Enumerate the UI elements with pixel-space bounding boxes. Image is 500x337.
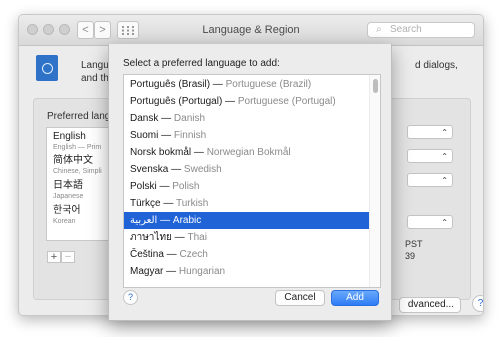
- separator: —: [210, 79, 226, 90]
- native-name: Türkçe: [130, 198, 161, 209]
- help-button[interactable]: ?: [472, 295, 483, 312]
- list-item[interactable]: Dansk — Danish: [124, 110, 370, 127]
- english-name: Hungarian: [178, 266, 226, 277]
- language-name: 简体中文: [53, 155, 93, 166]
- separator: —: [158, 130, 174, 141]
- native-name: ภาษาไทย: [130, 232, 172, 243]
- english-name: Czech: [179, 249, 208, 260]
- native-name: Português (Brasil): [130, 79, 211, 90]
- time-sample-text: PST: [405, 239, 423, 249]
- list-item[interactable]: 日本語 Japanese: [53, 180, 83, 201]
- language-subtitle: English — Prim: [53, 144, 102, 151]
- help-button[interactable]: ?: [123, 290, 138, 305]
- separator: —: [191, 147, 207, 158]
- temperature-popup[interactable]: ⌃: [407, 215, 453, 229]
- number-sample-text: 39: [405, 251, 416, 261]
- english-name: Portuguese (Brazil): [225, 79, 312, 90]
- list-item[interactable]: English English — Prim: [53, 131, 101, 152]
- separator: —: [222, 96, 238, 107]
- sheet-title: Select a preferred language to add:: [123, 58, 280, 69]
- region-popup[interactable]: ⌃: [407, 125, 453, 139]
- native-name: العربية: [130, 215, 158, 226]
- chevron-updown-icon: ⌃: [441, 152, 448, 161]
- description-text-right: d dialogs,: [415, 60, 458, 71]
- english-name: Danish: [173, 113, 206, 124]
- language-subtitle: Korean: [53, 218, 76, 225]
- english-name: Portuguese (Portugal): [237, 96, 336, 107]
- native-name: Dansk: [130, 113, 159, 124]
- language-subtitle: Chinese, Simpli: [53, 168, 102, 175]
- language-name: 日本語: [53, 180, 83, 191]
- english-name: Turkish: [175, 198, 209, 209]
- native-name: Português (Portugal): [130, 96, 223, 107]
- native-name: Norsk bokmål: [130, 147, 192, 158]
- separator: —: [158, 113, 174, 124]
- add-button[interactable]: Add: [331, 290, 379, 306]
- list-item-selected[interactable]: العربية — Arabic: [124, 212, 370, 229]
- chevron-updown-icon: ⌃: [441, 218, 448, 227]
- list-item[interactable]: Norsk bokmål — Norwegian Bokmål: [124, 144, 370, 161]
- english-name: Thai: [187, 232, 207, 243]
- list-item[interactable]: Suomi — Finnish: [124, 127, 370, 144]
- separator: —: [156, 181, 173, 192]
- separator: —: [171, 232, 188, 243]
- united-nations-flag-icon: [36, 55, 58, 81]
- english-name: Polish: [172, 181, 200, 192]
- separator: —: [168, 164, 184, 175]
- english-name: Arabic: [172, 215, 202, 226]
- search-icon: ⌕: [376, 24, 382, 35]
- list-item[interactable]: ภาษาไทย — Thai: [124, 229, 370, 246]
- list-item[interactable]: Čeština — Czech: [124, 246, 370, 263]
- separator: —: [160, 198, 176, 209]
- scrollbar-thumb[interactable]: [373, 79, 378, 93]
- list-item[interactable]: 简体中文 Chinese, Simpli: [53, 155, 102, 176]
- native-name: Suomi: [130, 130, 159, 141]
- separator: —: [163, 249, 180, 260]
- native-name: Polski: [130, 181, 157, 192]
- advanced-button[interactable]: dvanced...: [399, 297, 461, 313]
- calendar-popup[interactable]: ⌃: [407, 173, 453, 187]
- chevron-updown-icon: ⌃: [441, 128, 448, 137]
- search-field[interactable]: ⌕ Search: [367, 22, 475, 38]
- add-language-sheet: Select a preferred language to add: Port…: [108, 44, 392, 321]
- language-name: English: [53, 131, 86, 142]
- native-name: Magyar: [130, 266, 164, 277]
- search-placeholder: Search: [390, 24, 422, 35]
- list-item[interactable]: Magyar — Hungarian: [124, 263, 370, 280]
- preferred-languages-label: Preferred langu: [47, 111, 116, 122]
- cancel-button[interactable]: Cancel: [275, 290, 325, 306]
- list-item[interactable]: Português (Portugal) — Portuguese (Portu…: [124, 93, 370, 110]
- english-name: Norwegian Bokmål: [206, 147, 291, 158]
- add-language-button[interactable]: +: [47, 251, 61, 263]
- first-day-popup[interactable]: ⌃: [407, 149, 453, 163]
- language-name: 한국어: [53, 205, 81, 216]
- chevron-updown-icon: ⌃: [441, 176, 448, 185]
- separator: —: [163, 266, 179, 277]
- list-item[interactable]: Português (Brasil) — Portuguese (Brazil): [124, 76, 370, 93]
- list-item[interactable]: Polski — Polish: [124, 178, 370, 195]
- scrollbar[interactable]: [369, 75, 380, 287]
- language-subtitle: Japanese: [53, 193, 84, 200]
- english-name: Swedish: [183, 164, 222, 175]
- title-bar: < > Language & Region ⌕ Search: [19, 15, 483, 46]
- separator: —: [157, 215, 173, 226]
- language-list[interactable]: Português (Brasil) — Portuguese (Brazil)…: [123, 74, 381, 288]
- english-name: Finnish: [173, 130, 207, 141]
- native-name: Svenska: [130, 164, 169, 175]
- list-item[interactable]: Svenska — Swedish: [124, 161, 370, 178]
- native-name: Čeština: [130, 249, 164, 260]
- list-item[interactable]: 한국어 Korean: [53, 205, 81, 226]
- list-item[interactable]: Türkçe — Turkish: [124, 195, 370, 212]
- remove-language-button[interactable]: −: [61, 251, 75, 263]
